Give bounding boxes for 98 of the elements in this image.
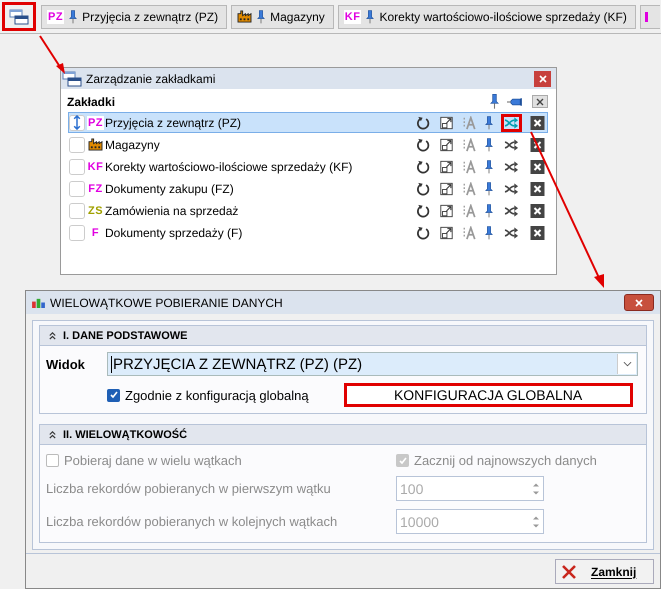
refresh-icon[interactable] [416,204,431,218]
document-tab[interactable]: KF Korekty wartościowo-ilościowe sprzedaży (KF) [338,4,636,28]
windows-icon [9,8,29,24]
swap-icon [504,226,519,240]
close-button[interactable] [534,70,551,86]
window-title: WIELOWĄTKOWE POBIERANIE DANYCH [50,296,283,310]
up-down-arrow-icon [73,115,81,130]
global-config-checkbox[interactable]: Zgodnie z konfiguracją globalną [107,388,309,402]
close-icon[interactable] [530,182,545,196]
document-tab[interactable]: Magazyny [231,4,334,28]
close-icon[interactable] [530,160,545,174]
open-window-icon[interactable] [439,182,454,196]
bookmark-row[interactable]: KF Korekty wartościowo-ilościowe sprzedaży (KF) [68,156,548,177]
field-label: Liczba rekordów pobieranych w pierwszym wątku [46,481,332,496]
collapse-icon[interactable] [48,331,57,340]
bookmark-label: Korekty wartościowo-ilościowe sprzedaży (KF) [105,160,352,174]
bookmark-label: Przyjęcia z zewnątrz (PZ) [105,116,242,130]
close-icon[interactable] [530,116,545,130]
swap-icon [504,182,519,196]
annotation-arrow [39,35,65,74]
bookmark-row[interactable]: FZ Dokumenty zakupu (FZ) [68,178,548,199]
bookmark-label: Dokumenty zakupu (FZ) [105,182,234,196]
pin-icon[interactable] [485,224,493,240]
bookmark-label: Magazyny [105,138,160,152]
factory-icon [237,10,252,23]
font-icon[interactable] [462,138,477,152]
pin-icon[interactable] [485,180,493,196]
document-tab[interactable]: PZ Przyjęcia z zewnątrz (PZ) [41,4,228,28]
checkmark-icon [398,456,408,466]
pin-icon[interactable] [485,114,493,130]
pin-icon[interactable] [485,158,493,174]
font-icon[interactable] [462,226,477,240]
factory-icon [88,138,103,151]
open-window-icon[interactable] [439,138,454,152]
close-icon [538,74,546,82]
drag-handle[interactable] [69,114,85,130]
pin-icon[interactable] [485,136,493,152]
open-window-icon[interactable] [439,116,454,130]
refresh-icon[interactable] [416,116,431,130]
close-all-button[interactable] [532,95,548,108]
pin-icon[interactable] [490,93,499,110]
pin-icon[interactable] [485,202,493,218]
window-title: Zarządzanie zakładkami [86,72,216,86]
bookmark-row[interactable]: Magazyny [68,134,548,155]
drag-handle[interactable] [69,202,85,218]
code-icon: PZ [47,10,64,24]
code-icon: KF [344,10,362,24]
collapse-icon[interactable] [48,430,57,439]
refresh-icon[interactable] [416,160,431,174]
close-icon[interactable] [530,226,545,240]
refresh-icon[interactable] [416,138,431,152]
swap-icon [504,204,519,218]
open-window-icon[interactable] [439,226,454,240]
font-icon[interactable] [462,204,477,218]
bar-chart-icon [32,297,45,308]
field-label: Widok [46,356,86,372]
section-header[interactable]: I. DANE PODSTAWOWE [40,326,646,346]
bookmark-row[interactable]: F Dokumenty sprzedaży (F) [68,222,548,243]
close-dialog-button[interactable]: Zamknij [555,559,654,584]
close-icon [536,98,544,106]
bookmark-row[interactable]: ZS Zamówienia na sprzedaż [68,200,548,221]
field-label: Liczba rekordów pobieranych w kolejnych wątkach [46,514,338,529]
checkmark-icon [108,390,118,400]
code-icon: PZ [86,116,104,130]
section-title: II. WIELOWĄTKOWOŚĆ [63,428,188,440]
drag-handle[interactable] [69,136,85,152]
pin-icon[interactable] [69,8,78,24]
swap-icon [504,160,519,174]
swap-icon [504,116,519,130]
drag-handle[interactable] [69,158,85,174]
pin-icon[interactable] [257,8,266,24]
checkbox[interactable] [107,388,120,402]
open-window-icon[interactable] [439,204,454,218]
section-heading: Zakładki [67,94,116,108]
view-dropdown[interactable]: PRZYJĘCIA Z ZEWNĄTRZ (PZ) (PZ) [107,352,638,376]
bookmark-label: Dokumenty sprzedaży (F) [105,226,242,240]
code-icon: ZS [86,204,104,218]
refresh-icon[interactable] [416,226,431,240]
font-icon[interactable] [462,182,477,196]
bookmark-row[interactable]: PZ Przyjęcia z zewnątrz (PZ) [68,112,548,133]
section-header[interactable]: II. WIELOWĄTKOWOŚĆ [40,425,646,445]
close-button[interactable] [624,294,654,311]
pin-icon[interactable] [507,96,524,106]
open-window-icon[interactable] [439,160,454,174]
close-icon [635,298,643,306]
refresh-icon[interactable] [416,182,431,196]
chevron-down-icon [622,361,632,367]
close-icon [561,564,577,580]
font-icon[interactable] [462,160,477,174]
close-icon[interactable] [530,204,545,218]
global-config-button[interactable]: KONFIGURACJA GLOBALNA [344,383,633,407]
drag-handle[interactable] [69,180,85,196]
pin-icon[interactable] [366,8,374,24]
drag-handle[interactable] [69,224,85,240]
document-tab[interactable] [640,4,660,28]
section-title: I. DANE PODSTAWOWE [63,330,188,342]
swap-icon [504,138,519,152]
bookmark-label: Zamówienia na sprzedaż [105,204,238,218]
